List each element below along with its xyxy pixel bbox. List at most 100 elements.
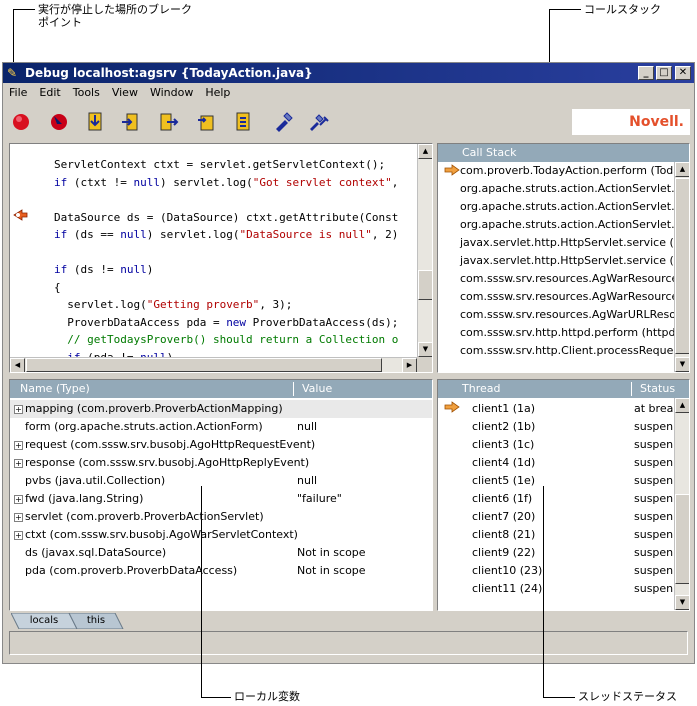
- menu-tools[interactable]: Tools: [67, 84, 106, 101]
- stack-frame[interactable]: com.sssw.srv.http.httpd.perform (httpd.j…: [460, 324, 689, 342]
- col-thread[interactable]: Thread: [456, 380, 500, 398]
- code-line[interactable]: [54, 191, 398, 209]
- menu-edit[interactable]: Edit: [33, 84, 66, 101]
- stack-frame[interactable]: com.sssw.srv.resources.AgWarURLResou: [460, 306, 683, 324]
- step-over-icon[interactable]: [119, 110, 143, 134]
- expand-icon[interactable]: +: [14, 441, 23, 450]
- stack-scroll-up[interactable]: ▲: [675, 162, 689, 177]
- local-variable-row[interactable]: + ctxt (com.sssw.srv.busobj.AgoWarServlet…: [10, 526, 432, 544]
- code-line[interactable]: // getTodaysProverb() should return a Co…: [54, 331, 398, 349]
- code-token: (ds ==: [67, 228, 121, 241]
- menu-window[interactable]: Window: [144, 84, 199, 101]
- threads-scroll-down[interactable]: ▼: [675, 595, 689, 610]
- expand-icon[interactable]: +: [14, 459, 23, 468]
- code-token: ) servlet.log(: [159, 175, 253, 189]
- step-into-icon[interactable]: [83, 110, 107, 134]
- clear-breakpoints-icon[interactable]: [307, 110, 331, 134]
- source-hscroll[interactable]: ◀ ▶: [10, 357, 417, 372]
- threads-vscroll[interactable]: ▲ ▼: [674, 398, 689, 610]
- code-line[interactable]: {: [54, 279, 398, 297]
- thread-name: client6 (1f): [472, 492, 533, 505]
- callout-thread-status: スレッドステータス: [578, 690, 677, 703]
- source-code[interactable]: ServletContext ctxt = servlet.getServlet…: [54, 156, 398, 366]
- code-line[interactable]: DataSource ds = (DataSource) ctxt.getAtt…: [54, 209, 398, 227]
- menu-view[interactable]: View: [106, 84, 144, 101]
- stack-vscroll[interactable]: ▲ ▼: [674, 162, 689, 372]
- pause-icon[interactable]: [47, 110, 71, 134]
- threads-scroll-thumb[interactable]: [675, 494, 689, 584]
- close-button[interactable]: ✕: [675, 66, 691, 80]
- scroll-thumb[interactable]: [418, 270, 432, 300]
- code-line[interactable]: if (ds == null) servlet.log("DataSource …: [54, 226, 398, 244]
- thread-row[interactable]: client10 (23) suspen: [438, 562, 674, 580]
- code-line[interactable]: ProverbDataAccess pda = new ProverbDataA…: [54, 314, 398, 332]
- col-status[interactable]: Status: [634, 380, 675, 398]
- thread-status: at break: [634, 402, 680, 415]
- local-variable-row[interactable]: + mapping (com.proverb.ProverbActionMappi…: [10, 400, 432, 418]
- code-line[interactable]: ServletContext ctxt = servlet.getServlet…: [54, 156, 398, 174]
- thread-row[interactable]: client2 (1b) suspen: [438, 418, 674, 436]
- thread-row[interactable]: client6 (1f) suspen: [438, 490, 674, 508]
- tab-locals[interactable]: locals: [19, 613, 69, 629]
- col-value[interactable]: Value: [296, 380, 332, 398]
- local-variable-row[interactable]: + response (com.sssw.srv.busobj.AgoHttpRe…: [10, 454, 432, 472]
- scroll-up-arrow[interactable]: ▲: [418, 144, 432, 159]
- maximize-button[interactable]: □: [656, 66, 672, 80]
- thread-name: client4 (1d): [472, 456, 536, 469]
- col-name-type[interactable]: Name (Type): [14, 380, 90, 398]
- stack-frame[interactable]: javax.servlet.http.HttpServlet.service (…: [460, 252, 689, 270]
- tab-this[interactable]: this: [73, 613, 119, 629]
- thread-row[interactable]: client11 (24) suspen: [438, 580, 674, 598]
- menu-file[interactable]: File: [3, 84, 33, 101]
- expand-icon[interactable]: +: [14, 405, 23, 414]
- stack-scroll-down[interactable]: ▼: [675, 357, 689, 372]
- step-out-icon[interactable]: [157, 110, 181, 134]
- local-variable-row[interactable]: ds (javax.sql.DataSource) Not in scope: [10, 544, 432, 562]
- expand-icon[interactable]: +: [14, 513, 23, 522]
- code-token: new: [226, 315, 247, 329]
- stack-frame[interactable]: org.apache.struts.action.ActionServlet.p…: [460, 198, 689, 216]
- stack-frame[interactable]: javax.servlet.http.HttpServlet.service (…: [460, 234, 689, 252]
- code-line[interactable]: servlet.log("Getting proverb", 3);: [54, 296, 398, 314]
- local-variable-row[interactable]: + fwd (java.lang.String) "failure": [10, 490, 432, 508]
- continue-icon[interactable]: [231, 110, 255, 134]
- stop-icon[interactable]: [9, 110, 33, 134]
- local-variable-row[interactable]: form (org.apache.struts.action.ActionFor…: [10, 418, 432, 436]
- local-variable-name: request (com.sssw.srv.busobj.AgoHttpRequ…: [25, 438, 316, 451]
- set-breakpoint-icon[interactable]: [271, 110, 295, 134]
- stack-frame[interactable]: org.apache.struts.action.ActionServlet.d…: [460, 216, 689, 234]
- expand-icon[interactable]: +: [14, 495, 23, 504]
- code-line[interactable]: if (ctxt != null) servlet.log("Got servl…: [54, 174, 398, 192]
- expand-icon[interactable]: +: [14, 531, 23, 540]
- local-variable-row[interactable]: pvbs (java.util.Collection) null: [10, 472, 432, 490]
- threads-scroll-up[interactable]: ▲: [675, 398, 689, 413]
- code-line[interactable]: [54, 244, 398, 262]
- thread-row[interactable]: client5 (1e) suspen: [438, 472, 674, 490]
- scroll-right-arrow[interactable]: ▶: [402, 358, 417, 372]
- local-variable-row[interactable]: + request (com.sssw.srv.busobj.AgoHttpReq…: [10, 436, 432, 454]
- thread-row[interactable]: client3 (1c) suspen: [438, 436, 674, 454]
- thread-row[interactable]: client8 (21) suspen: [438, 526, 674, 544]
- stack-frame[interactable]: com.proverb.TodayAction.perform (TodayA: [460, 162, 689, 180]
- minimize-button[interactable]: _: [638, 66, 654, 80]
- scroll-down-arrow[interactable]: ▼: [418, 342, 432, 357]
- thread-row[interactable]: client1 (1a) at break: [438, 400, 680, 418]
- run-to-cursor-icon[interactable]: [195, 110, 219, 134]
- thread-row[interactable]: client9 (22) suspen: [438, 544, 674, 562]
- stack-frame[interactable]: com.sssw.srv.http.Client.processRequest …: [460, 342, 689, 360]
- stack-frame[interactable]: com.sssw.srv.resources.AgWarResource.c: [460, 270, 688, 288]
- scroll-left-arrow[interactable]: ◀: [10, 358, 25, 372]
- code-line[interactable]: if (ds != null): [54, 261, 398, 279]
- stack-frame[interactable]: com.sssw.srv.resources.AgWarResource.s: [460, 288, 688, 306]
- breakpoint-arrow-icon: [13, 209, 28, 221]
- scroll-hthumb[interactable]: [26, 358, 382, 372]
- stack-scroll-thumb[interactable]: [675, 178, 689, 354]
- source-vscroll[interactable]: ▲ ▼: [417, 144, 432, 357]
- local-variable-row[interactable]: + servlet (com.proverb.ProverbActionServl…: [10, 508, 432, 526]
- menu-help[interactable]: Help: [199, 84, 236, 101]
- thread-row[interactable]: client7 (20) suspen: [438, 508, 674, 526]
- stack-frame[interactable]: org.apache.struts.action.ActionServlet.p…: [460, 180, 689, 198]
- thread-row[interactable]: client4 (1d) suspen: [438, 454, 674, 472]
- local-variable-row[interactable]: pda (com.proverb.ProverbDataAccess) Not i…: [10, 562, 432, 580]
- thread-status: suspen: [634, 420, 674, 433]
